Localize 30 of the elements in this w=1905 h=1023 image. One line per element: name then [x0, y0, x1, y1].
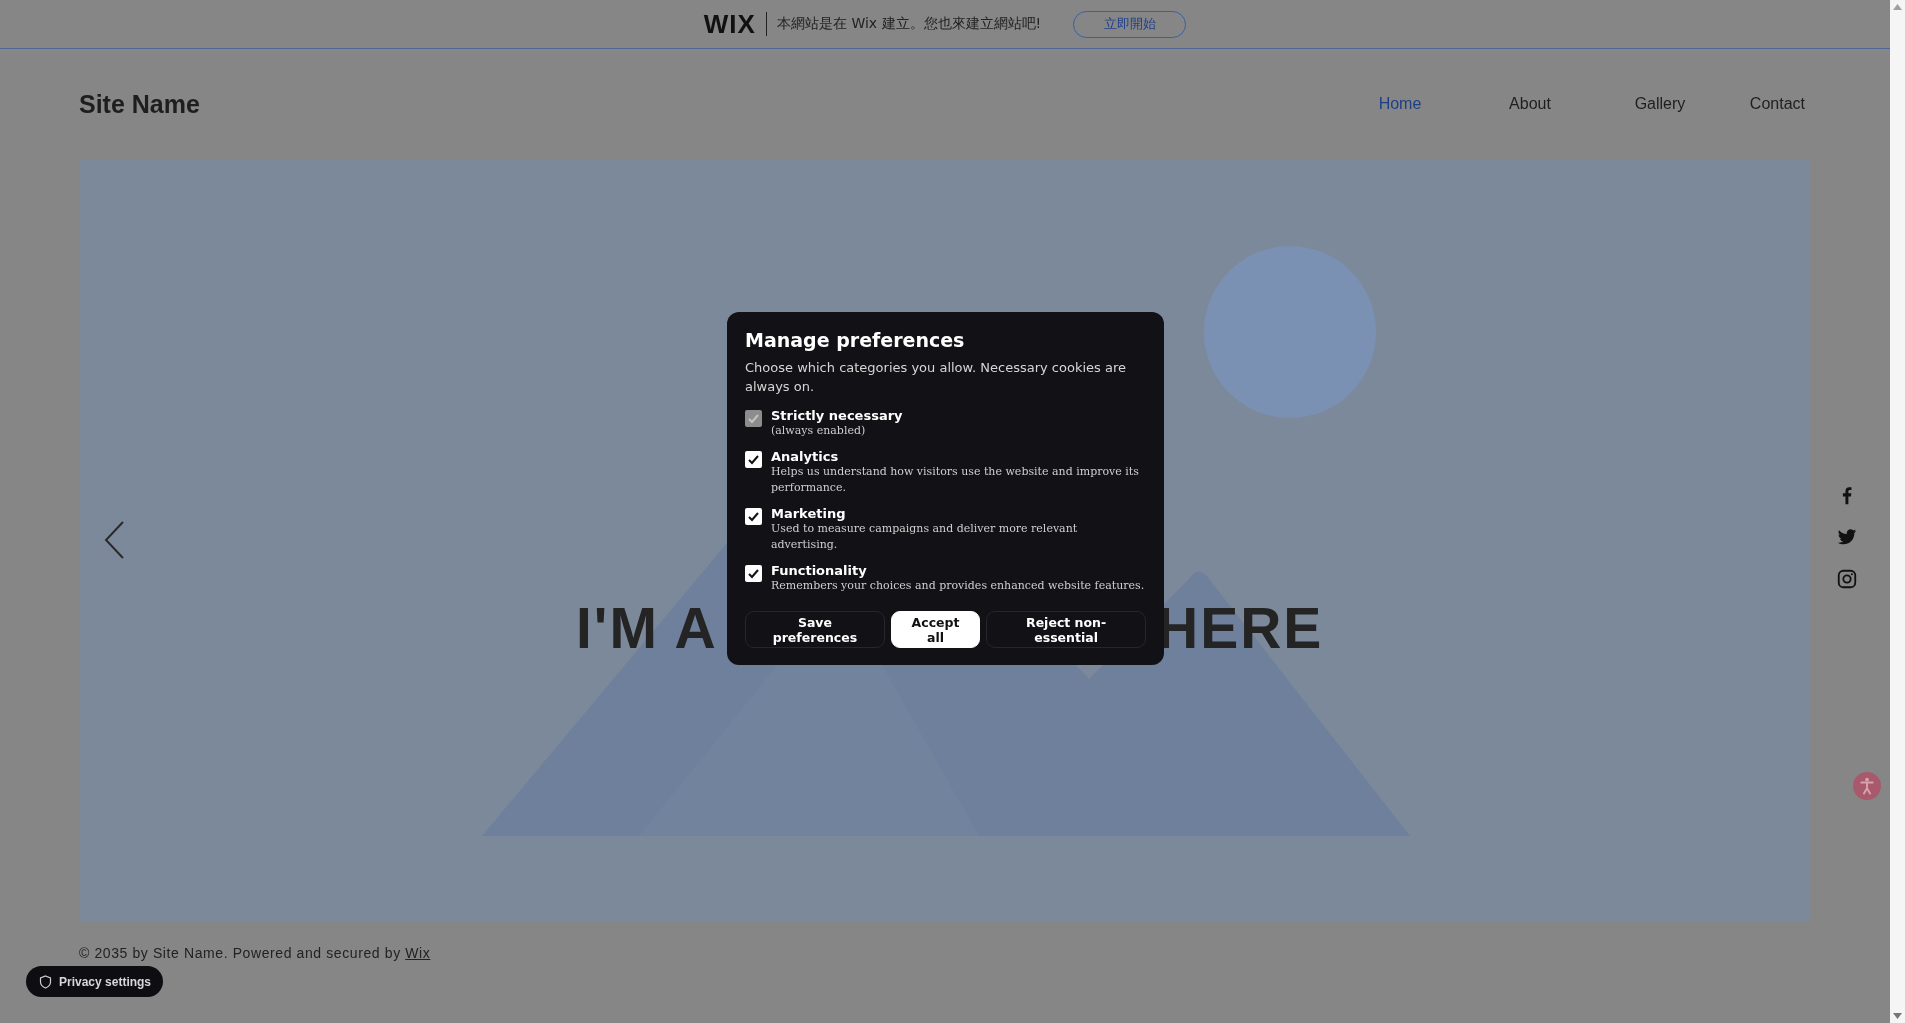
nav-link[interactable]: About — [1465, 95, 1595, 113]
site-name: Site Name — [79, 89, 201, 119]
nav-link[interactable]: Gallery — [1595, 95, 1725, 113]
checkbox[interactable] — [745, 451, 762, 468]
wix-link[interactable]: Wix — [405, 945, 431, 961]
checkbox[interactable] — [745, 508, 762, 525]
camera-icon[interactable] — [1836, 568, 1858, 590]
banner-message: 本網站是在 Wix 建立。您也來建立網站吧! — [776, 15, 1042, 33]
hero-title: HERE — [1157, 595, 1324, 661]
category-description: Used to measure campaigns and deliver more relevant advertising. — [771, 521, 1079, 553]
category-title: Functionality — [771, 563, 868, 578]
footer-text: © 2035 by Site Name. Powered and secured by Wix — [79, 945, 432, 961]
dialog-description: Choose which categories you allow. Necessary cookies are always on. — [745, 359, 1127, 396]
checkbox[interactable] — [745, 565, 762, 582]
category-description: (always enabled) — [771, 423, 867, 439]
hero-title: I'M A — [576, 595, 718, 661]
dialog-title: Manage preferences — [745, 329, 966, 351]
dialog-button[interactable]: Save preferences — [745, 611, 885, 648]
privacy-settings-button[interactable]: Privacy settings — [26, 966, 164, 997]
category-description: Remembers your choices and provides enhanced website features. — [771, 578, 1145, 594]
category-title: Strictly necessary — [771, 408, 903, 423]
accept-button[interactable]: Accept all — [890, 611, 981, 648]
nav-link[interactable]: Contact — [1725, 95, 1805, 113]
category-title: Analytics — [771, 449, 840, 464]
category-description: Helps us understand how visitors use the website and improve its performance. — [771, 464, 1140, 496]
dialog-button[interactable]: Reject non-essential — [986, 611, 1146, 648]
category-title: Marketing — [771, 506, 847, 521]
wix-logo: WIX — [703, 8, 756, 40]
shield-icon — [39, 974, 52, 989]
nav-link[interactable]: Home — [1335, 95, 1465, 113]
